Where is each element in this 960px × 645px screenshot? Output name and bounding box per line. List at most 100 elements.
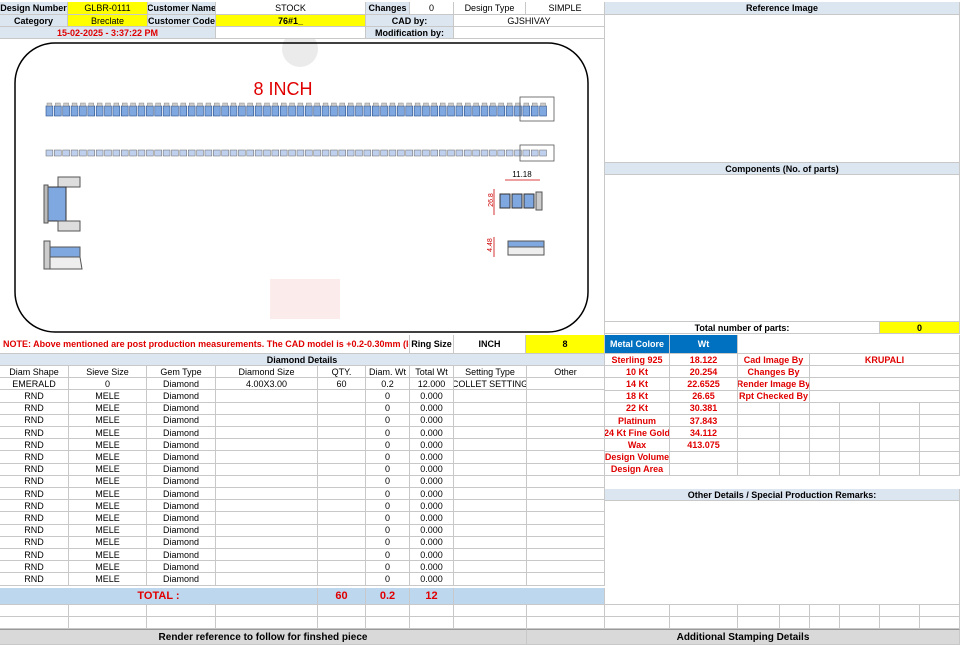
design-number-value[interactable]: GLBR-0111 bbox=[68, 2, 148, 15]
grid-cell[interactable] bbox=[880, 427, 920, 440]
grid-cell[interactable] bbox=[738, 415, 780, 428]
grid-cell[interactable] bbox=[810, 439, 840, 452]
table-cell[interactable] bbox=[216, 451, 318, 464]
grid-cell[interactable] bbox=[880, 415, 920, 428]
grid-cell[interactable] bbox=[880, 605, 920, 617]
table-cell[interactable]: 0.000 bbox=[410, 390, 454, 403]
blank-cell[interactable] bbox=[527, 605, 605, 617]
table-cell[interactable]: 0.000 bbox=[410, 512, 454, 525]
table-cell[interactable] bbox=[216, 561, 318, 574]
table-cell[interactable] bbox=[216, 549, 318, 562]
table-cell[interactable]: Diamond bbox=[147, 549, 216, 562]
table-cell[interactable]: 0.000 bbox=[410, 439, 454, 452]
table-cell[interactable] bbox=[454, 463, 527, 476]
table-cell[interactable]: Diamond bbox=[147, 427, 216, 440]
table-cell[interactable] bbox=[216, 463, 318, 476]
table-cell[interactable]: 0.000 bbox=[410, 463, 454, 476]
table-cell[interactable]: 0 bbox=[366, 439, 410, 452]
grid-cell[interactable] bbox=[920, 415, 960, 428]
table-cell[interactable]: Diamond bbox=[147, 488, 216, 501]
grid-cell[interactable] bbox=[840, 605, 880, 617]
table-row[interactable]: RND bbox=[0, 475, 69, 488]
grid-cell[interactable] bbox=[738, 427, 780, 440]
table-cell[interactable] bbox=[454, 475, 527, 488]
table-cell[interactable]: MELE bbox=[69, 463, 147, 476]
grid-cell[interactable] bbox=[605, 605, 670, 617]
blank-cell[interactable] bbox=[0, 617, 69, 629]
table-cell[interactable] bbox=[454, 427, 527, 440]
grid-cell[interactable] bbox=[738, 451, 780, 464]
table-cell[interactable]: 0 bbox=[366, 488, 410, 501]
table-cell[interactable] bbox=[318, 463, 366, 476]
table-row[interactable]: RND bbox=[0, 524, 69, 537]
blank-cell[interactable] bbox=[216, 605, 318, 617]
total-parts-value[interactable]: 0 bbox=[880, 322, 960, 334]
table-cell[interactable]: MELE bbox=[69, 536, 147, 549]
grid-cell[interactable] bbox=[920, 617, 960, 629]
table-cell[interactable]: 0.000 bbox=[410, 573, 454, 586]
table-cell[interactable]: 0 bbox=[366, 463, 410, 476]
table-cell[interactable] bbox=[454, 524, 527, 537]
table-cell[interactable] bbox=[454, 561, 527, 574]
table-cell[interactable] bbox=[454, 536, 527, 549]
grid-cell[interactable] bbox=[810, 451, 840, 464]
table-row[interactable]: RND bbox=[0, 549, 69, 562]
table-cell[interactable]: 0 bbox=[366, 573, 410, 586]
table-row[interactable]: RND bbox=[0, 402, 69, 415]
table-cell[interactable] bbox=[216, 488, 318, 501]
table-cell[interactable]: 0.000 bbox=[410, 402, 454, 415]
table-cell[interactable]: Diamond bbox=[147, 573, 216, 586]
blank-cell[interactable] bbox=[454, 605, 527, 617]
grid-cell[interactable] bbox=[840, 415, 880, 428]
table-cell[interactable]: MELE bbox=[69, 439, 147, 452]
table-cell[interactable]: Diamond bbox=[147, 439, 216, 452]
grid-cell[interactable] bbox=[670, 617, 738, 629]
table-row[interactable]: RND bbox=[0, 573, 69, 586]
category-value[interactable]: Breclate bbox=[68, 15, 148, 27]
table-cell[interactable]: Diamond bbox=[147, 524, 216, 537]
blank-cell[interactable] bbox=[0, 605, 69, 617]
table-cell[interactable] bbox=[318, 390, 366, 403]
grid-cell[interactable] bbox=[920, 451, 960, 464]
table-cell[interactable] bbox=[454, 451, 527, 464]
table-cell[interactable] bbox=[527, 439, 605, 452]
table-cell[interactable] bbox=[318, 561, 366, 574]
customer-name-value[interactable]: STOCK bbox=[216, 2, 366, 15]
table-cell[interactable] bbox=[216, 500, 318, 513]
grid-cell[interactable] bbox=[780, 451, 810, 464]
grid-cell[interactable] bbox=[880, 617, 920, 629]
credit-value[interactable] bbox=[810, 366, 960, 379]
table-cell[interactable] bbox=[527, 451, 605, 464]
table-cell[interactable]: Diamond bbox=[147, 475, 216, 488]
cad-by-value[interactable]: GJSHIVAY bbox=[454, 15, 605, 27]
table-cell[interactable] bbox=[454, 512, 527, 525]
table-cell[interactable] bbox=[216, 536, 318, 549]
table-cell[interactable]: 0 bbox=[366, 414, 410, 427]
table-cell[interactable] bbox=[318, 573, 366, 586]
grid-cell[interactable] bbox=[738, 617, 780, 629]
table-row[interactable]: RND bbox=[0, 512, 69, 525]
table-cell[interactable]: MELE bbox=[69, 500, 147, 513]
blank-cell[interactable] bbox=[147, 605, 216, 617]
table-row[interactable]: RND bbox=[0, 390, 69, 403]
grid-cell[interactable] bbox=[810, 427, 840, 440]
table-cell[interactable]: MELE bbox=[69, 414, 147, 427]
table-cell[interactable]: 0 bbox=[366, 390, 410, 403]
grid-cell[interactable] bbox=[738, 439, 780, 452]
table-cell[interactable]: MELE bbox=[69, 402, 147, 415]
grid-cell[interactable] bbox=[840, 402, 880, 415]
grid-cell[interactable] bbox=[780, 439, 810, 452]
table-cell[interactable] bbox=[318, 500, 366, 513]
grid-cell[interactable] bbox=[780, 402, 810, 415]
table-cell[interactable] bbox=[454, 439, 527, 452]
grid-cell[interactable] bbox=[920, 463, 960, 476]
table-cell[interactable] bbox=[454, 488, 527, 501]
table-cell[interactable]: 0 bbox=[366, 475, 410, 488]
grid-cell[interactable] bbox=[810, 617, 840, 629]
table-cell[interactable]: Diamond bbox=[147, 500, 216, 513]
blank-cell[interactable] bbox=[366, 605, 410, 617]
table-cell[interactable] bbox=[318, 536, 366, 549]
table-cell[interactable] bbox=[318, 451, 366, 464]
grid-cell[interactable] bbox=[780, 427, 810, 440]
table-cell[interactable] bbox=[318, 439, 366, 452]
